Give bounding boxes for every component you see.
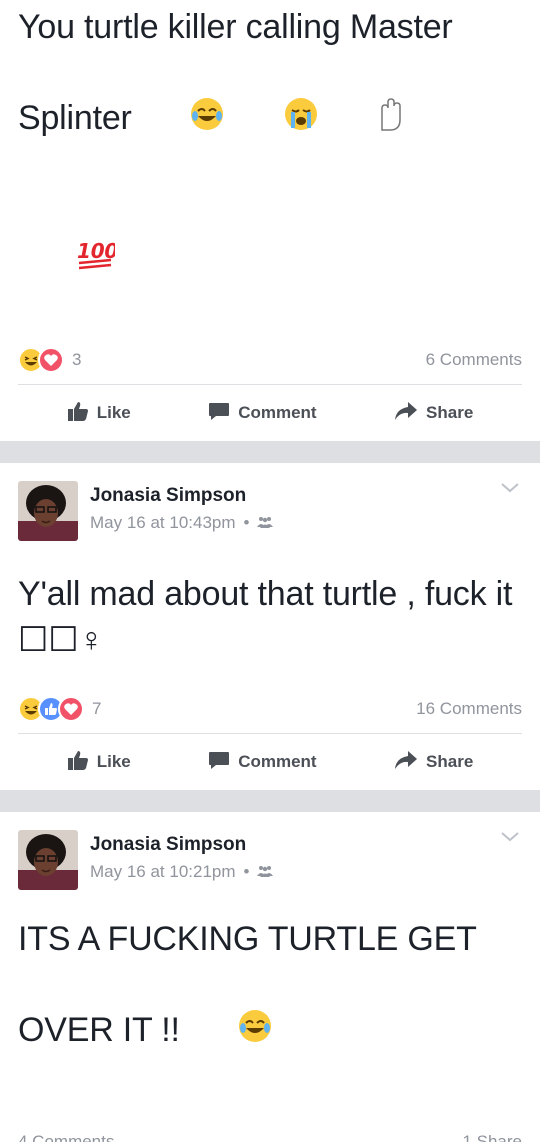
share-label: Share <box>426 752 474 771</box>
crying-laughing-icon <box>182 962 273 1102</box>
hundred-points-icon: 100 <box>20 190 119 330</box>
reactions-bar: 3 6 Comments <box>0 342 540 378</box>
thumbs-up-icon <box>67 400 97 427</box>
reaction-summary[interactable]: 3 <box>18 347 81 373</box>
comments-count[interactable]: 16 Comments <box>416 699 522 719</box>
post-header: Jonasia Simpson May 16 at 10:21pm • <box>0 812 540 890</box>
crying-laughing-icon <box>134 50 225 190</box>
thumbs-up-icon <box>67 749 97 776</box>
love-icon <box>38 347 64 373</box>
share-icon <box>394 400 426 427</box>
post-text: You turtle killer calling Master Splinte… <box>0 4 540 330</box>
chevron-down-icon[interactable] <box>500 481 520 499</box>
reaction-count: 7 <box>92 699 102 718</box>
post-header: Jonasia Simpson May 16 at 10:43pm • <box>0 463 540 541</box>
post-3: Jonasia Simpson May 16 at 10:21pm • ITS … <box>0 812 540 1142</box>
crying-icon <box>227 50 318 190</box>
post-text: ITS A FUCKING TURTLE GET OVER IT !! <box>0 916 540 1102</box>
author-name[interactable]: Jonasia Simpson <box>90 834 273 856</box>
comment-label: Comment <box>238 403 317 422</box>
separator-dot: • <box>243 862 250 881</box>
like-button[interactable]: Like <box>67 749 131 776</box>
friends-icon <box>257 862 274 882</box>
avatar[interactable] <box>18 481 78 541</box>
post-meta: Jonasia Simpson May 16 at 10:21pm • <box>90 830 274 882</box>
friends-icon <box>257 513 274 533</box>
shares-count[interactable]: 1 Share <box>462 1128 522 1142</box>
comments-count[interactable]: 4 Comments <box>18 1128 114 1142</box>
action-bar: Like Comment Share <box>0 385 540 441</box>
love-icon <box>58 696 84 722</box>
post-time: May 16 at 10:21pm • <box>90 862 274 882</box>
reaction-count: 3 <box>72 350 82 369</box>
comment-icon <box>208 749 238 776</box>
action-bar: Like Comment Share <box>0 734 540 790</box>
feed-separator <box>0 441 540 463</box>
like-label: Like <box>96 403 131 422</box>
avatar[interactable] <box>18 830 78 890</box>
reactions-bar: 7 16 Comments <box>0 691 540 727</box>
share-button[interactable]: Share <box>394 400 473 427</box>
post-1: You turtle killer calling Master Splinte… <box>0 0 540 441</box>
timestamp[interactable]: May 16 at 10:43pm <box>90 513 236 533</box>
reaction-summary[interactable]: 7 <box>18 696 101 722</box>
timestamp[interactable]: May 16 at 10:21pm <box>90 862 236 882</box>
author-name[interactable]: Jonasia Simpson <box>90 485 273 507</box>
comment-icon <box>208 400 238 427</box>
post-2: Jonasia Simpson May 16 at 10:43pm • Y'al… <box>0 463 540 790</box>
separator-dot: • <box>243 513 250 532</box>
post-stats-partial: 4 Comments 1 Share <box>0 1128 540 1142</box>
like-label: Like <box>96 752 131 771</box>
raised-hand-icon <box>321 50 404 190</box>
share-label: Share <box>426 403 474 422</box>
post-meta: Jonasia Simpson May 16 at 10:43pm • <box>90 481 274 533</box>
comment-button[interactable]: Comment <box>208 400 317 427</box>
share-icon <box>394 749 426 776</box>
comment-button[interactable]: Comment <box>208 749 317 776</box>
post-time: May 16 at 10:43pm • <box>90 513 274 533</box>
share-button[interactable]: Share <box>394 749 473 776</box>
post-text: Y'all mad about that turtle , fuck it ☐☐… <box>18 575 522 659</box>
like-button[interactable]: Like <box>67 400 131 427</box>
feed-separator <box>0 790 540 812</box>
comment-label: Comment <box>238 752 317 771</box>
comments-count[interactable]: 6 Comments <box>426 350 522 370</box>
